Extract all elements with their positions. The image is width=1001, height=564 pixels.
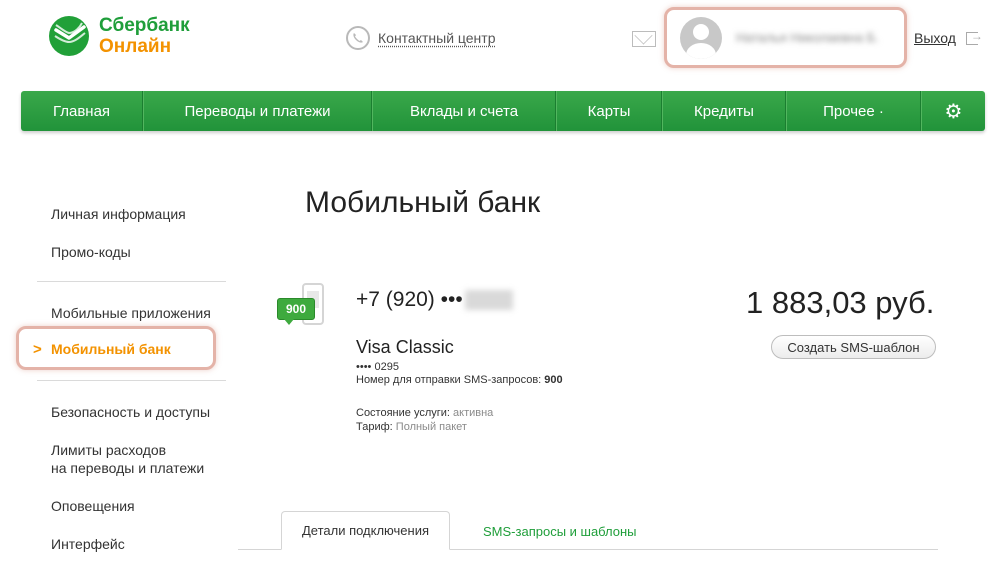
logout[interactable]: Выход <box>914 29 983 47</box>
create-sms-template-button[interactable]: Создать SMS-шаблон <box>771 335 936 359</box>
avatar[interactable] <box>680 16 722 59</box>
sidebar-item-limits[interactable]: Лимиты расходов на переводы и платежи <box>51 441 204 477</box>
sidebar-divider <box>37 281 226 282</box>
sidebar-item-limits-line1: Лимиты расходов <box>51 442 167 458</box>
logout-link[interactable]: Выход <box>914 30 956 46</box>
sidebar-item-promo-codes[interactable]: Промо-коды <box>51 243 131 261</box>
mail-icon[interactable] <box>632 31 656 47</box>
logo-text-line2: Онлайн <box>99 36 172 57</box>
card-name: Visa Classic <box>356 337 454 357</box>
nav-item-other[interactable]: Прочее · <box>786 91 921 131</box>
service-status-line: Состояние услуги: активна <box>356 407 493 419</box>
gear-icon: ⚙ <box>944 100 963 123</box>
sidebar-item-mobile-apps[interactable]: Мобильные приложения <box>51 304 211 322</box>
phone-number-text: +7 (920) ••• <box>356 288 463 311</box>
phone-number: +7 (920) ••• <box>356 288 513 312</box>
sms-number-badge: 900 <box>277 298 315 325</box>
sidebar-divider <box>37 380 226 381</box>
contact-center-link[interactable]: Контактный центр <box>378 30 496 46</box>
sms-number-label: Номер для отправки SMS-запросов: <box>356 374 542 386</box>
sberbank-logo[interactable]: Сбербанк Онлайн <box>47 14 190 58</box>
settings-button[interactable]: ⚙ <box>921 91 985 131</box>
phone-icon <box>346 26 370 50</box>
nav-item-credits[interactable]: Кредиты <box>662 91 786 131</box>
nav-item-home[interactable]: Главная <box>21 91 143 131</box>
tab-sms-requests[interactable]: SMS-запросы и шаблоны <box>483 524 637 539</box>
phone-number-hidden <box>464 290 513 311</box>
logo-text-line1: Сбербанк <box>99 15 190 36</box>
sidebar-item-interface[interactable]: Интерфейс <box>51 535 125 553</box>
nav-item-deposits[interactable]: Вклады и счета <box>372 91 556 131</box>
mobile-phone-icon: 900 <box>276 283 332 329</box>
tariff-value: Полный пакет <box>395 421 467 433</box>
nav-item-cards[interactable]: Карты <box>556 91 662 131</box>
sidebar-item-mobile-bank-label[interactable]: Мобильный банк <box>51 341 171 357</box>
main-navbar: Главная Переводы и платежи Вклады и счет… <box>21 91 985 131</box>
balance: 1 883,03 руб. <box>746 285 935 320</box>
sms-number-value: 900 <box>544 374 563 386</box>
sms-number-line: Номер для отправки SMS-запросов: 900 <box>356 374 563 386</box>
nav-item-transfers[interactable]: Переводы и платежи <box>143 91 372 131</box>
sidebar-item-security[interactable]: Безопасность и доступы <box>51 403 210 421</box>
tariff-label: Тариф: <box>356 421 393 433</box>
sidebar-item-notifications[interactable]: Оповещения <box>51 497 135 515</box>
card-number: •••• 0295 <box>356 361 399 373</box>
tariff-line: Тариф: Полный пакет <box>356 421 467 433</box>
service-status-label: Состояние услуги: <box>356 407 450 419</box>
page-title: Мобильный банк <box>305 186 541 219</box>
chevron-right-icon: > <box>33 341 42 358</box>
contact-center[interactable]: Контактный центр <box>346 26 496 50</box>
logout-icon[interactable] <box>965 29 983 45</box>
user-name[interactable]: Наталья Николаевна Б. <box>736 30 879 45</box>
user-profile[interactable]: Наталья Николаевна Б. <box>664 7 907 68</box>
tab-connection-details[interactable]: Детали подключения <box>281 511 450 550</box>
service-status-value: активна <box>453 407 494 419</box>
sidebar-item-limits-line2: на переводы и платежи <box>51 460 205 476</box>
sberbank-logo-icon <box>49 16 89 56</box>
sidebar-item-personal-info[interactable]: Личная информация <box>51 205 186 223</box>
